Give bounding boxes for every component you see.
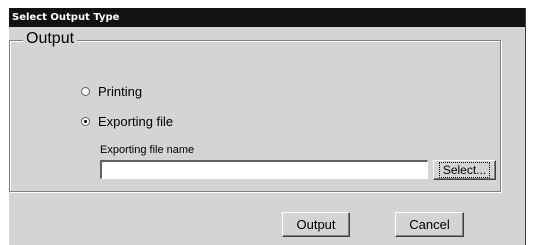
- radio-icon: [81, 87, 90, 96]
- printing-radio[interactable]: Printing: [81, 84, 142, 99]
- exporting-file-label: Exporting file: [98, 114, 174, 129]
- radio-selected-icon: [81, 117, 90, 126]
- select-button-label: Select...: [438, 162, 491, 178]
- exporting-file-radio[interactable]: Exporting file: [81, 114, 173, 129]
- select-button[interactable]: Select...: [433, 160, 496, 180]
- printing-label: Printing: [98, 84, 143, 99]
- dialog-title: Select Output Type: [9, 8, 525, 27]
- output-button[interactable]: Output: [282, 212, 350, 237]
- cancel-button[interactable]: Cancel: [395, 212, 464, 237]
- exporting-file-name-input[interactable]: [100, 160, 428, 179]
- exporting-file-name-label: Exporting file name: [100, 144, 195, 156]
- output-group-legend: Output: [23, 30, 78, 48]
